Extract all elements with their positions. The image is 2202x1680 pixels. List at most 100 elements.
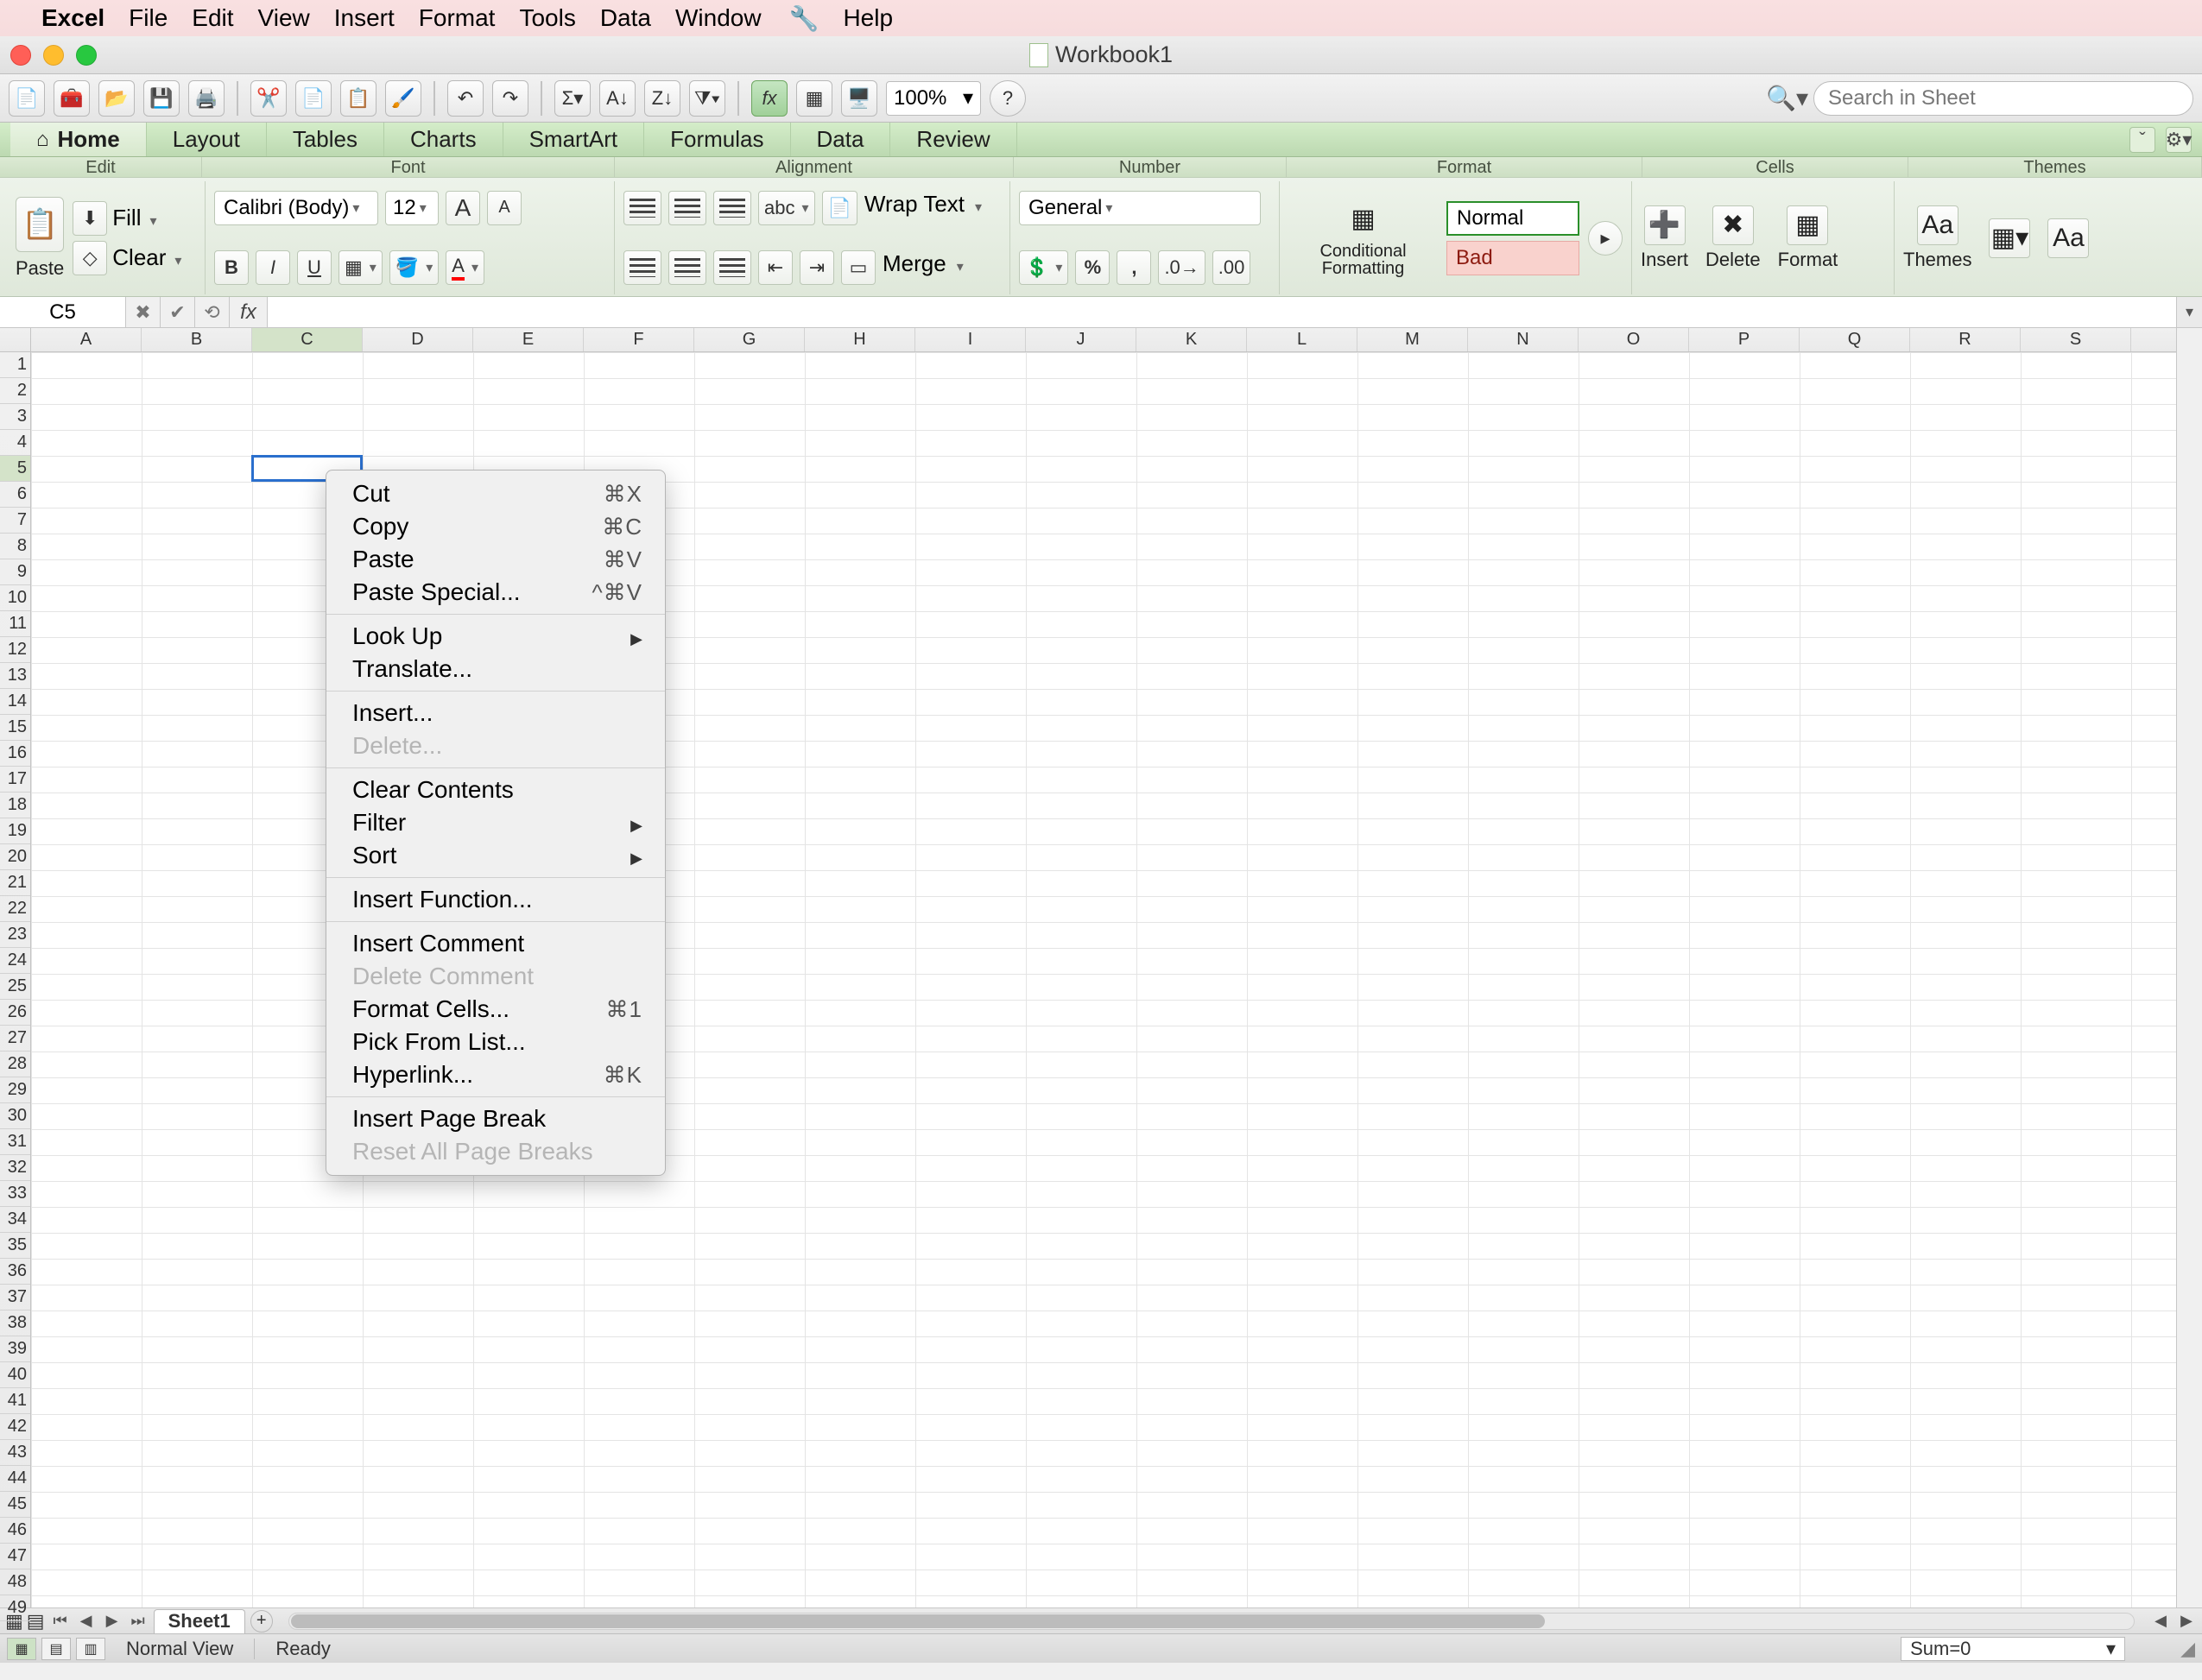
- menu-insert[interactable]: Insert: [334, 4, 395, 32]
- style-normal[interactable]: Normal: [1446, 201, 1579, 236]
- col-header-F[interactable]: F: [584, 328, 694, 351]
- row-header-44[interactable]: 44: [0, 1466, 30, 1492]
- increase-decimal-button[interactable]: .0→: [1158, 250, 1205, 285]
- col-header-J[interactable]: J: [1026, 328, 1136, 351]
- copy-button[interactable]: 📄: [295, 80, 332, 117]
- col-header-R[interactable]: R: [1910, 328, 2021, 351]
- paste-button[interactable]: 📋: [340, 80, 376, 117]
- print-button[interactable]: 🖨️: [188, 80, 225, 117]
- comma-button[interactable]: ,: [1117, 250, 1151, 285]
- col-header-N[interactable]: N: [1468, 328, 1579, 351]
- row-header-36[interactable]: 36: [0, 1259, 30, 1285]
- font-name-select[interactable]: Calibri (Body): [214, 191, 378, 225]
- col-header-S[interactable]: S: [2021, 328, 2131, 351]
- row-header-12[interactable]: 12: [0, 637, 30, 663]
- col-header-P[interactable]: P: [1689, 328, 1800, 351]
- delete-cells-button[interactable]: ✖Delete: [1705, 205, 1761, 271]
- sheet-nav-first[interactable]: ⏮: [50, 1611, 71, 1632]
- row-header-38[interactable]: 38: [0, 1311, 30, 1336]
- paste-icon[interactable]: 📋: [16, 197, 64, 252]
- row-header-5[interactable]: 5: [0, 456, 30, 482]
- col-header-E[interactable]: E: [473, 328, 584, 351]
- row-header-21[interactable]: 21: [0, 870, 30, 896]
- ctx-filter[interactable]: Filter: [326, 806, 665, 839]
- ctx-copy[interactable]: Copy⌘C: [326, 510, 665, 543]
- minimize-icon[interactable]: [43, 45, 64, 66]
- menu-data[interactable]: Data: [600, 4, 651, 32]
- row-header-29[interactable]: 29: [0, 1077, 30, 1103]
- menu-file[interactable]: File: [129, 4, 168, 32]
- number-format-select[interactable]: General: [1019, 191, 1261, 225]
- col-header-A[interactable]: A: [31, 328, 142, 351]
- row-header-2[interactable]: 2: [0, 378, 30, 404]
- grow-font-button[interactable]: A: [446, 191, 480, 225]
- merge-button[interactable]: ▭: [841, 250, 876, 285]
- shrink-font-button[interactable]: A: [487, 191, 522, 225]
- fill-color-button[interactable]: 🪣: [389, 250, 439, 285]
- add-sheet-button[interactable]: +: [250, 1610, 273, 1633]
- vertical-scrollbar[interactable]: [2176, 328, 2202, 1607]
- maximize-icon[interactable]: [76, 45, 97, 66]
- row-header-40[interactable]: 40: [0, 1362, 30, 1388]
- themes-button[interactable]: AaThemes: [1903, 205, 1971, 271]
- wrap-text-button[interactable]: 📄: [822, 191, 857, 225]
- row-header-19[interactable]: 19: [0, 818, 30, 844]
- row-header-4[interactable]: 4: [0, 430, 30, 456]
- tab-data[interactable]: Data: [791, 123, 891, 156]
- row-header-35[interactable]: 35: [0, 1233, 30, 1259]
- format-painter-button[interactable]: 🖌️: [385, 80, 421, 117]
- undo-button[interactable]: ↶: [447, 80, 484, 117]
- theme-fonts-button[interactable]: Aa: [2047, 218, 2089, 258]
- row-header-47[interactable]: 47: [0, 1544, 30, 1569]
- sheet-nav-last[interactable]: ⏭: [128, 1611, 149, 1632]
- row-header-41[interactable]: 41: [0, 1388, 30, 1414]
- help-button[interactable]: ?: [990, 80, 1026, 117]
- col-header-C[interactable]: C: [252, 328, 363, 351]
- fx-button[interactable]: fx: [751, 80, 788, 117]
- app-menu[interactable]: Excel: [41, 4, 104, 32]
- clear-menu[interactable]: [171, 244, 181, 271]
- script-icon[interactable]: 🔧: [789, 4, 819, 33]
- ctx-cut[interactable]: Cut⌘X: [326, 477, 665, 510]
- borders-button[interactable]: ▦: [339, 250, 383, 285]
- tab-layout[interactable]: Layout: [147, 123, 267, 156]
- col-header-H[interactable]: H: [805, 328, 915, 351]
- tab-tables[interactable]: Tables: [267, 123, 384, 156]
- search-input[interactable]: Search in Sheet: [1813, 81, 2193, 116]
- styles-more-button[interactable]: ▸: [1588, 221, 1623, 256]
- formula-input[interactable]: [268, 297, 2176, 327]
- ctx-translate[interactable]: Translate...: [326, 653, 665, 685]
- row-header-23[interactable]: 23: [0, 922, 30, 948]
- toggle-formula-button[interactable]: ⟲: [195, 297, 230, 327]
- col-header-O[interactable]: O: [1579, 328, 1689, 351]
- resize-grip-icon[interactable]: ◢: [2180, 1638, 2195, 1660]
- row-header-15[interactable]: 15: [0, 715, 30, 741]
- collapse-ribbon-icon[interactable]: ˇ: [2129, 127, 2155, 153]
- fill-menu[interactable]: [146, 205, 156, 231]
- expand-formula-icon[interactable]: ▾: [2176, 297, 2202, 327]
- row-header-3[interactable]: 3: [0, 404, 30, 430]
- ctx-look-up[interactable]: Look Up: [326, 620, 665, 653]
- row-header-6[interactable]: 6: [0, 482, 30, 508]
- menu-tools[interactable]: Tools: [519, 4, 575, 32]
- row-header-14[interactable]: 14: [0, 689, 30, 715]
- row-header-48[interactable]: 48: [0, 1569, 30, 1595]
- open-button[interactable]: 📂: [98, 80, 135, 117]
- menu-window[interactable]: Window: [675, 4, 762, 32]
- format-cells-button[interactable]: ▦Format: [1778, 205, 1838, 271]
- theme-colors-button[interactable]: ▦▾: [1989, 218, 2030, 258]
- status-sum[interactable]: Sum=0▾: [1901, 1637, 2125, 1661]
- menu-help[interactable]: Help: [843, 4, 893, 32]
- new-button[interactable]: 📄: [9, 80, 45, 117]
- tab-formulas[interactable]: Formulas: [644, 123, 790, 156]
- col-header-Q[interactable]: Q: [1800, 328, 1910, 351]
- ctx-insert-page-break[interactable]: Insert Page Break: [326, 1102, 665, 1135]
- align-center-button[interactable]: [668, 250, 706, 285]
- row-header-18[interactable]: 18: [0, 793, 30, 818]
- align-bottom-button[interactable]: [713, 191, 751, 225]
- menu-view[interactable]: View: [258, 4, 310, 32]
- merge-menu[interactable]: [953, 250, 964, 285]
- accept-formula-button[interactable]: ✔: [161, 297, 195, 327]
- font-size-select[interactable]: 12: [385, 191, 439, 225]
- row-header-46[interactable]: 46: [0, 1518, 30, 1544]
